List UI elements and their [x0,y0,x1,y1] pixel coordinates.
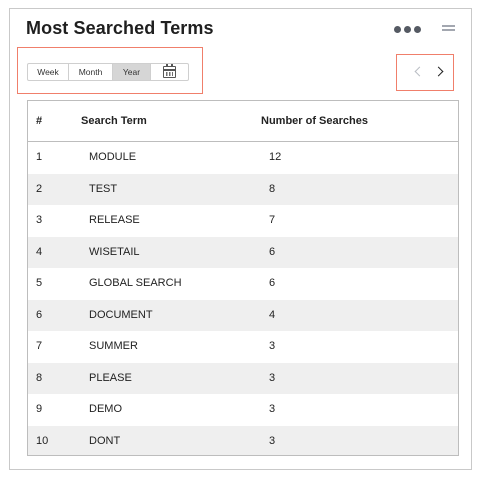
table-header: # Search Term Number of Searches [28,101,458,142]
row-rank: 5 [36,277,43,289]
year-filter-button[interactable]: Year [113,64,151,80]
row-rank: 2 [36,182,43,195]
row-term: PLEASE [89,371,132,384]
widget-title: Most Searched Terms [26,18,214,38]
row-count: 12 [269,151,282,163]
row-count: 3 [269,403,276,415]
row-term: WISETAIL [89,245,140,258]
table-row: 9 DEMO 3 [28,394,458,426]
chevron-right-icon[interactable] [435,67,444,76]
table-row: 1 MODULE 12 [28,142,458,174]
header-rank: # [36,115,43,127]
header-search-term: Search Term [81,115,147,127]
row-term: RELEASE [89,214,140,226]
time-filter-highlight: Week Month Year [17,47,203,94]
search-terms-table: # Search Term Number of Searches 1 MODUL… [27,100,459,456]
table-row: 6 DOCUMENT 4 [28,299,458,331]
header-number-of-searches: Number of Searches [261,115,368,127]
row-count: 8 [269,182,276,195]
row-count: 3 [269,340,276,352]
table-row: 5 GLOBAL SEARCH 6 [28,268,458,300]
row-term: SUMMER [89,340,138,352]
row-count: 3 [269,371,276,384]
row-rank: 10 [36,434,49,447]
table-row: 10 DONT 3 [28,425,458,455]
table-row: 4 WISETAIL 6 [28,236,458,268]
row-rank: 1 [36,151,43,163]
month-filter-button[interactable]: Month [69,64,113,80]
row-term: DONT [89,434,121,447]
table-row: 2 TEST 8 [28,173,458,205]
row-rank: 7 [36,340,43,352]
row-term: DEMO [89,403,122,415]
week-filter-button[interactable]: Week [28,64,69,80]
most-searched-terms-widget: Most Searched Terms Week Month Year # Se… [9,8,472,470]
row-rank: 4 [36,245,43,258]
table-row: 3 RELEASE 7 [28,205,458,237]
hamburger-icon[interactable] [442,24,455,32]
row-count: 6 [269,245,276,258]
row-term: MODULE [89,151,137,163]
calendar-icon [163,64,176,78]
row-count: 4 [269,308,276,321]
row-rank: 8 [36,371,43,384]
row-term: TEST [89,182,118,195]
row-rank: 3 [36,214,43,226]
row-count: 7 [269,214,276,226]
chevron-left-icon[interactable] [413,67,422,76]
row-rank: 9 [36,403,43,415]
row-term: DOCUMENT [89,308,153,321]
more-options-icon[interactable] [394,26,421,33]
calendar-button[interactable] [151,64,188,80]
pagination-highlight [396,54,454,91]
row-term: GLOBAL SEARCH [89,277,182,289]
row-count: 3 [269,434,276,447]
time-range-segmented-control: Week Month Year [27,63,189,81]
row-count: 6 [269,277,276,289]
row-rank: 6 [36,308,43,321]
table-row: 7 SUMMER 3 [28,331,458,363]
table-body: 1 MODULE 12 2 TEST 8 3 RELEASE 7 4 WISET… [28,142,458,455]
table-row: 8 PLEASE 3 [28,362,458,394]
